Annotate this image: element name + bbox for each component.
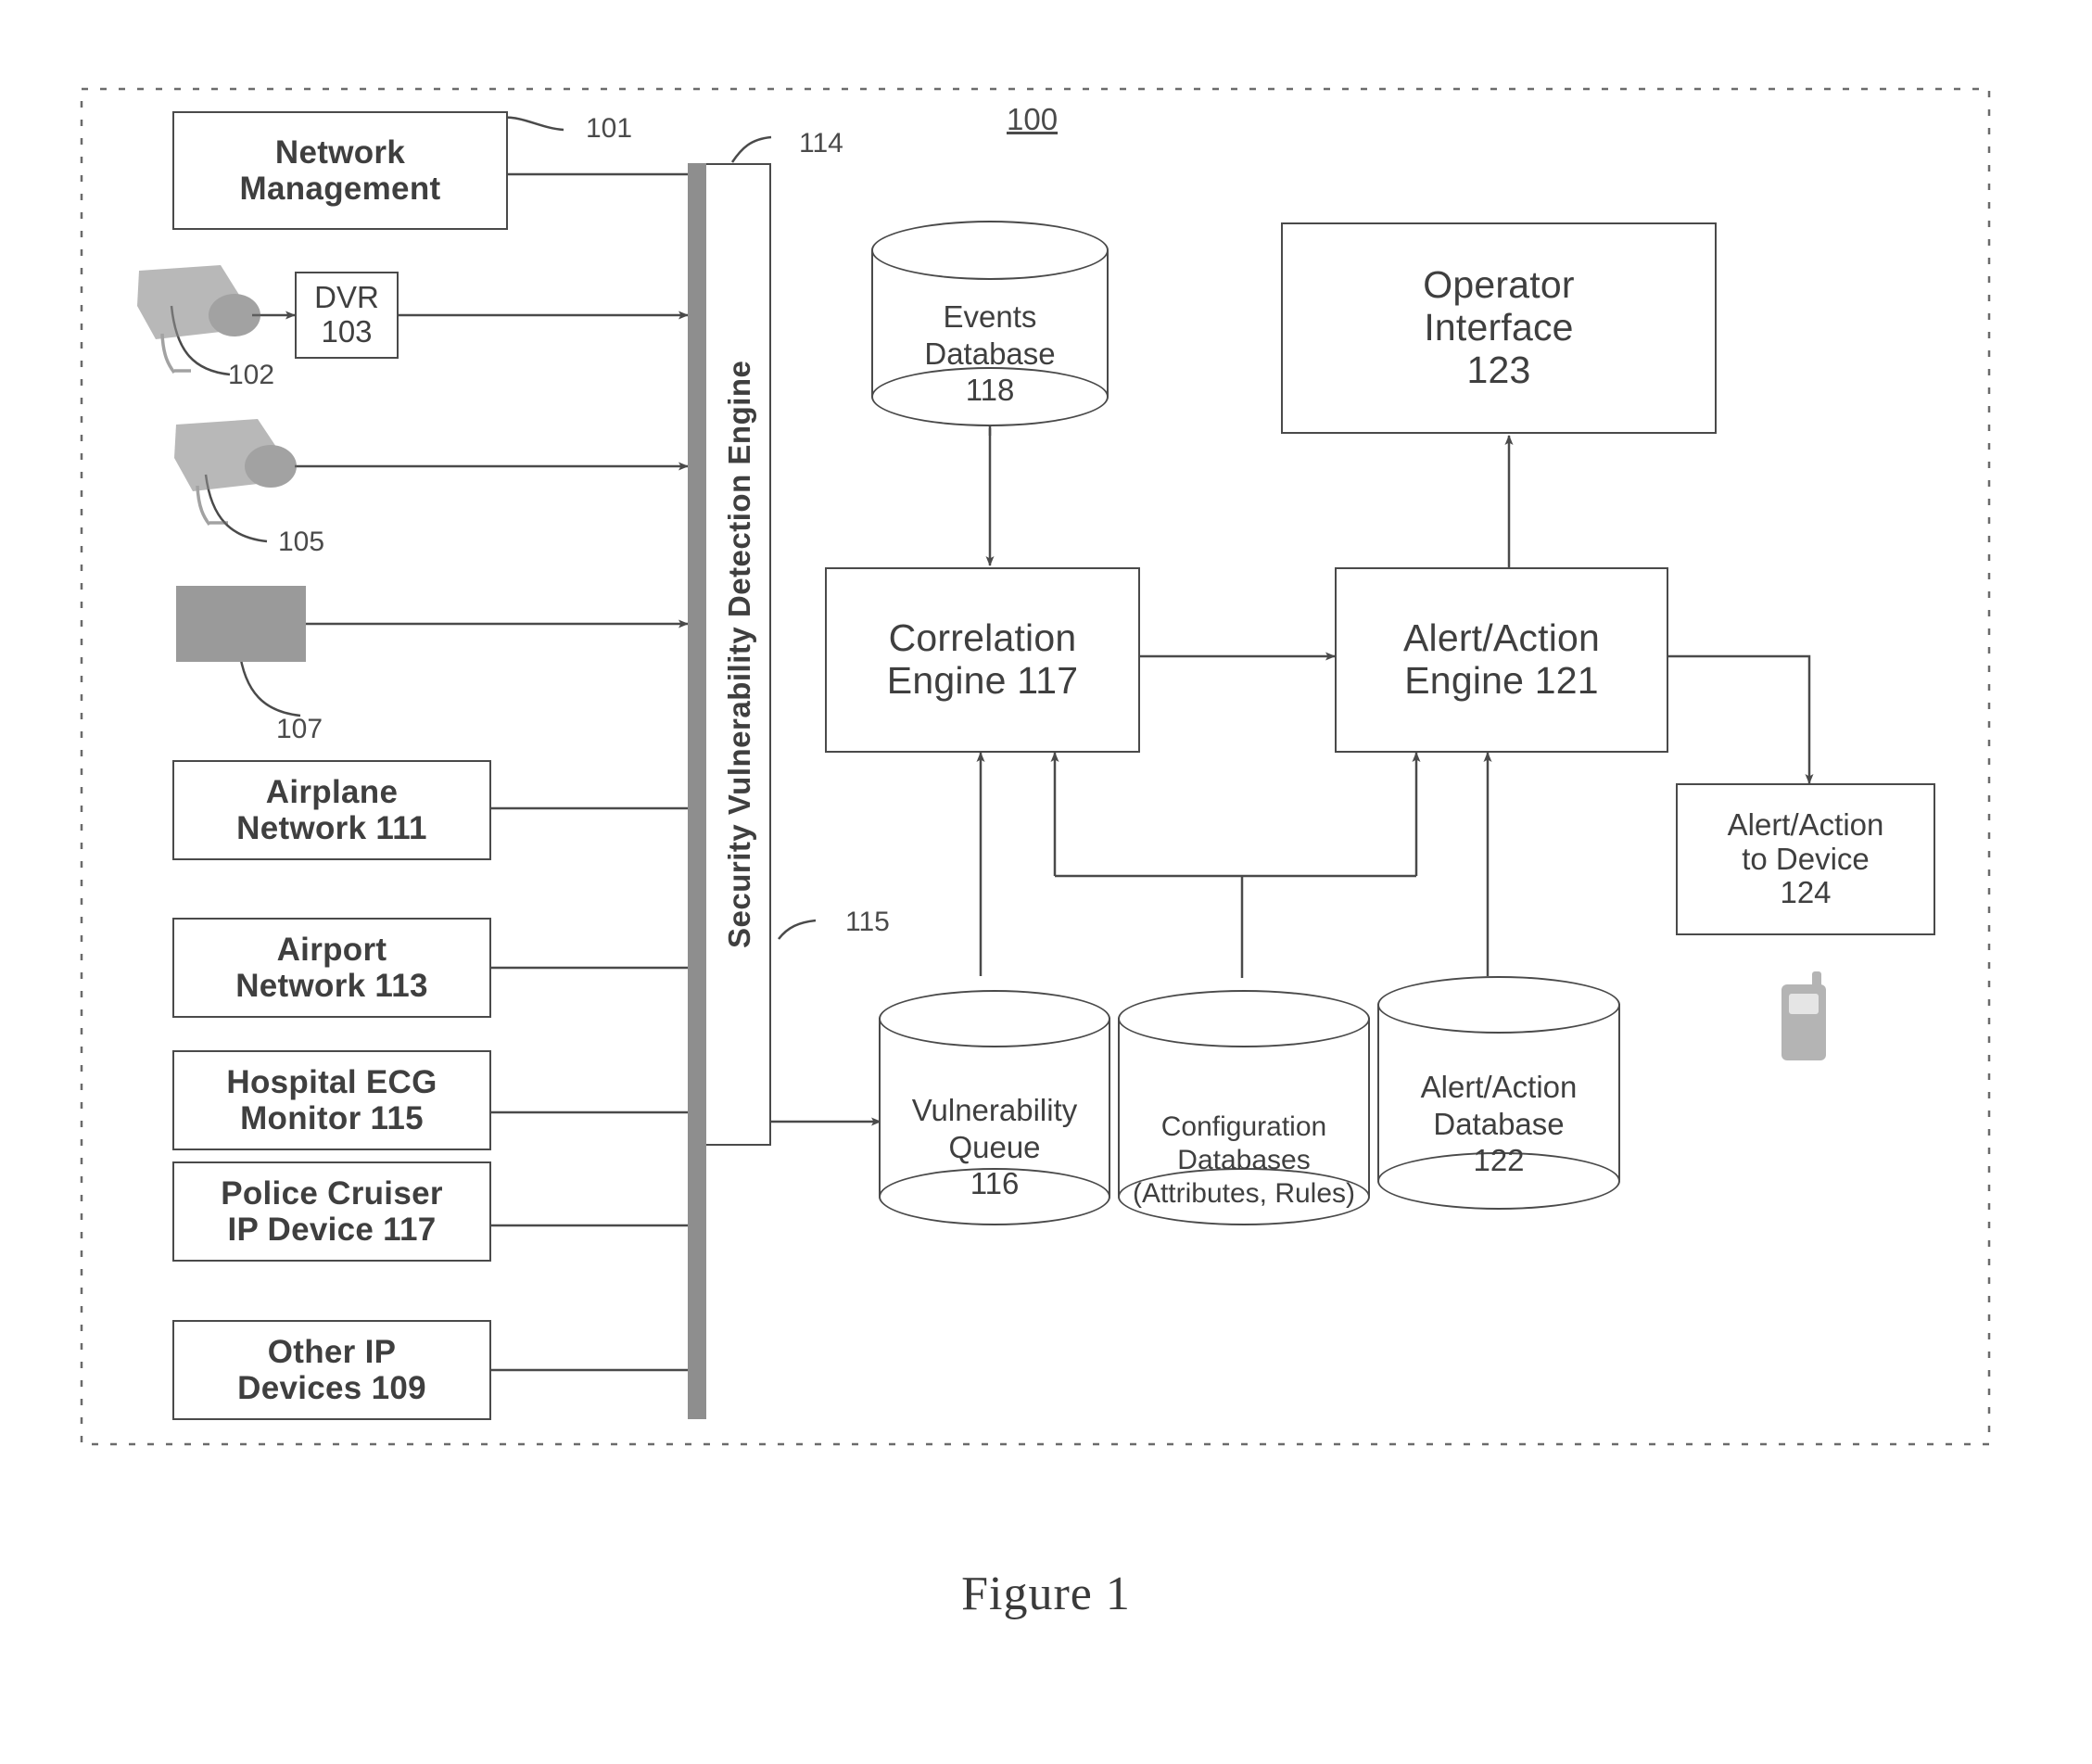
alert-action-database-label: Alert/Action Database 122 [1377,1069,1620,1179]
figure-caption: Figure 1 [961,1567,1131,1620]
alert-action-database-line-2: Database [1433,1106,1565,1141]
network-management-line-2: Management [239,171,441,207]
correlation-engine-box[interactable]: Correlation Engine 117 [825,567,1140,753]
alert-action-engine-box[interactable]: Alert/Action Engine 121 [1335,567,1668,753]
vulnerability-queue-cylinder[interactable]: Vulnerability Queue 116 [879,990,1110,1231]
vulnerability-queue-top [879,990,1110,1047]
vulnerability-queue-label: Vulnerability Queue 116 [879,1092,1110,1202]
airport-network-box[interactable]: Airport Network 113 [172,918,491,1018]
hospital-ecg-line-2: Monitor 115 [240,1100,424,1136]
airplane-network-line-1: Airplane [265,773,399,810]
ref-107: 107 [276,714,323,744]
network-device-icon-107 [176,586,306,662]
engine-vertical-bar [688,163,706,1419]
alert-action-engine-line-1: Alert/Action [1402,616,1601,660]
other-ip-devices-line-2: Devices 109 [237,1370,426,1406]
alert-action-to-device-line-1: Alert/Action [1727,806,1884,842]
dvr-line-1: DVR [314,280,379,315]
operator-interface-line-1: Operator [1423,263,1575,307]
police-cruiser-box[interactable]: Police Cruiser IP Device 117 [172,1161,491,1262]
events-database-line-2: Database [924,336,1056,371]
leader-115 [778,919,817,940]
alert-action-database-line-1: Alert/Action [1420,1070,1578,1104]
alert-action-to-device-line-2: to Device [1742,841,1870,876]
police-cruiser-line-2: IP Device 117 [227,1212,437,1248]
alert-action-database-top [1377,976,1620,1034]
ref-101: 101 [586,113,633,144]
mobile-phone-icon [1781,971,1826,1060]
airplane-network-box[interactable]: Airplane Network 111 [172,760,491,860]
events-database-cylinder[interactable]: Events Database 118 [871,221,1109,426]
operator-interface-line-2: Interface [1424,306,1574,349]
alert-action-engine-line-2: Engine 121 [1404,659,1599,702]
security-camera-icon-102 [137,265,260,374]
engine-label: Security Vulnerability Detection Engine [722,360,756,949]
vulnerability-queue-line-3: 116 [970,1166,1020,1201]
hospital-ecg-monitor-box[interactable]: Hospital ECG Monitor 115 [172,1050,491,1150]
ref-105: 105 [278,527,325,557]
correlation-engine-line-1: Correlation [888,616,1077,660]
hospital-ecg-line-1: Hospital ECG [226,1063,437,1100]
vulnerability-queue-line-1: Vulnerability [911,1093,1078,1127]
configuration-databases-label: Configuration Databases (Attributes, Rul… [1118,1110,1370,1211]
events-database-top [871,221,1109,280]
airplane-network-line-2: Network 111 [236,810,427,846]
ref-100: 100 [1007,102,1059,136]
events-database-line-3: 118 [965,373,1015,408]
dvr-box[interactable]: DVR 103 [295,272,399,359]
network-management-box[interactable]: Network Management [172,111,508,230]
operator-interface-box[interactable]: Operator Interface 123 [1281,222,1717,434]
configuration-databases-line-2: Databases [1177,1145,1311,1175]
alert-action-database-line-3: 122 [1473,1143,1525,1178]
ref-102: 102 [228,360,275,390]
events-database-label: Events Database 118 [871,298,1109,409]
ref-115: 115 [845,907,890,937]
operator-interface-line-3: 123 [1466,348,1531,391]
configuration-databases-line-1: Configuration [1160,1111,1327,1142]
other-ip-devices-line-1: Other IP [267,1333,397,1370]
leader-114 [730,135,772,163]
configuration-databases-cylinder[interactable]: Configuration Databases (Attributes, Rul… [1118,990,1370,1231]
configuration-databases-top [1118,990,1370,1047]
dvr-line-2: 103 [321,314,373,349]
airport-network-line-2: Network 113 [235,968,428,1004]
alert-action-to-device-box[interactable]: Alert/Action to Device 124 [1676,783,1935,935]
alert-action-to-device-line-3: 124 [1780,875,1832,910]
ref-114: 114 [799,128,843,159]
other-ip-devices-box[interactable]: Other IP Devices 109 [172,1320,491,1420]
link-alert-to-device [1668,654,1814,784]
events-database-line-1: Events [943,299,1037,334]
correlation-engine-line-2: Engine 117 [886,659,1079,702]
patent-figure: 100 101 114 102 105 107 115 119 Network … [0,0,2092,1764]
network-management-line-1: Network [274,133,406,171]
airport-network-line-1: Airport [276,931,387,968]
configuration-databases-line-3: (Attributes, Rules) [1132,1178,1356,1209]
vulnerability-queue-line-2: Queue [948,1129,1041,1164]
police-cruiser-line-1: Police Cruiser [221,1174,443,1212]
security-camera-icon-105 [174,419,297,527]
alert-action-database-cylinder[interactable]: Alert/Action Database 122 [1377,976,1620,1215]
